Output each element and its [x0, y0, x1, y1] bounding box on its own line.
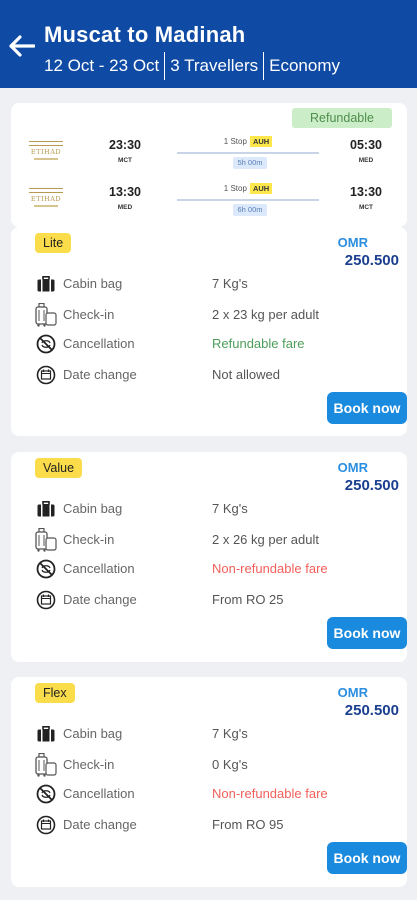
row-value: 2 x 23 kg per adult: [212, 307, 319, 322]
arrival-airport: MED: [358, 157, 374, 164]
fare-card-lite: Lite OMR 250.500 Cabin bag 7 Kg's Check-…: [11, 227, 407, 436]
departure-airport: MCT: [117, 157, 133, 164]
row-value: From RO 95: [212, 817, 284, 832]
cabin-bag-row: Cabin bag 7 Kg's: [35, 273, 375, 295]
back-arrow-icon[interactable]: [6, 30, 38, 62]
flight-duration: 5h 00m: [233, 157, 267, 169]
row-label: Check-in: [63, 757, 115, 772]
row-label: Cancellation: [63, 336, 135, 351]
row-label: Cabin bag: [63, 726, 123, 741]
row-value: Non-refundable fare: [212, 561, 328, 576]
fare-card-flex: Flex OMR 250.500 Cabin bag 7 Kg's Check-…: [11, 677, 407, 887]
check-in-icon: [35, 303, 57, 327]
departure-airport: MED: [117, 204, 133, 211]
check-in-row: Check-in 0 Kg's: [35, 753, 375, 777]
check-in-icon: [35, 528, 57, 552]
search-summary: 12 Oct - 23 Oct 3 Travellers Economy: [44, 52, 345, 80]
departure-time: 13:30: [109, 185, 141, 199]
cancellation-icon: [35, 333, 57, 355]
row-label: Cancellation: [63, 786, 135, 801]
cancellation-icon: [35, 558, 57, 580]
check-in-icon: [35, 753, 57, 777]
date-change-icon: [35, 814, 57, 836]
stops-info: 1 Stop AUH: [177, 136, 319, 147]
row-label: Date change: [63, 367, 137, 382]
departure-time: 23:30: [109, 138, 141, 152]
row-label: Cabin bag: [63, 276, 123, 291]
row-value: Non-refundable fare: [212, 786, 328, 801]
price-currency: OMR: [337, 460, 368, 475]
row-value: 7 Kg's: [212, 726, 248, 741]
row-value: 7 Kg's: [212, 276, 248, 291]
cabin-class: Economy: [269, 56, 341, 75]
traveller-count: 3 Travellers: [170, 56, 259, 75]
price-amount: 250.500: [344, 702, 399, 719]
cancellation-row: Cancellation Non-refundable fare: [35, 558, 375, 580]
book-now-button[interactable]: Book now: [327, 392, 407, 424]
cabin-bag-row: Cabin bag 7 Kg's: [35, 498, 375, 520]
row-value: From RO 25: [212, 592, 284, 607]
fare-card-value: Value OMR 250.500 Cabin bag 7 Kg's Check…: [11, 452, 407, 662]
arrival-time: 13:30: [350, 185, 382, 199]
arrival-airport: MCT: [358, 204, 374, 211]
fare-name-badge: Lite: [35, 233, 72, 253]
cabin-bag-icon: [35, 273, 57, 295]
date-change-row: Date change Not allowed: [35, 364, 375, 386]
row-label: Check-in: [63, 307, 115, 322]
via-airport: AUH: [249, 183, 273, 194]
book-now-button[interactable]: Book now: [327, 617, 407, 649]
date-change-icon: [35, 589, 57, 611]
row-value: 7 Kg's: [212, 501, 248, 516]
row-value: Not allowed: [212, 367, 280, 382]
route-title: Muscat to Madinah: [44, 22, 246, 47]
check-in-row: Check-in 2 x 26 kg per adult: [35, 528, 375, 552]
via-airport: AUH: [249, 136, 273, 147]
book-now-button[interactable]: Book now: [327, 842, 407, 874]
refundable-badge: Refundable: [292, 108, 392, 128]
date-change-icon: [35, 364, 57, 386]
route-line: [177, 152, 319, 154]
top-app-bar: Muscat to Madinah 12 Oct - 23 Oct 3 Trav…: [0, 0, 417, 88]
price-currency: OMR: [337, 685, 368, 700]
fare-name-badge: Flex: [35, 683, 75, 703]
outbound-leg: ETIHAD 23:30 MCT 1 Stop AUH 5h 00m 05:30 …: [11, 133, 407, 173]
cabin-bag-icon: [35, 723, 57, 745]
row-value: Refundable fare: [212, 336, 305, 351]
price-currency: OMR: [337, 235, 368, 250]
flight-duration: 6h 00m: [233, 204, 267, 216]
price-amount: 250.500: [344, 252, 399, 269]
arrival-time: 05:30: [350, 138, 382, 152]
cancellation-icon: [35, 783, 57, 805]
row-label: Date change: [63, 817, 137, 832]
travel-dates: 12 Oct - 23 Oct: [44, 56, 160, 75]
row-label: Check-in: [63, 532, 115, 547]
date-change-row: Date change From RO 25: [35, 589, 375, 611]
stops-info: 1 Stop AUH: [177, 183, 319, 194]
cancellation-row: Cancellation Non-refundable fare: [35, 783, 375, 805]
airline-logo: ETIHAD: [26, 182, 66, 212]
row-label: Cabin bag: [63, 501, 123, 516]
check-in-row: Check-in 2 x 23 kg per adult: [35, 303, 375, 327]
return-leg: ETIHAD 13:30 MED 1 Stop AUH 6h 00m 13:30 …: [11, 180, 407, 220]
row-label: Date change: [63, 592, 137, 607]
fare-name-badge: Value: [35, 458, 83, 478]
row-value: 2 x 26 kg per adult: [212, 532, 319, 547]
cabin-bag-row: Cabin bag 7 Kg's: [35, 723, 375, 745]
row-label: Cancellation: [63, 561, 135, 576]
route-line: [177, 199, 319, 201]
flight-summary-card: Refundable ETIHAD 23:30 MCT 1 Stop AUH 5h…: [11, 103, 407, 227]
date-change-row: Date change From RO 95: [35, 814, 375, 836]
cabin-bag-icon: [35, 498, 57, 520]
price-amount: 250.500: [344, 477, 399, 494]
airline-logo: ETIHAD: [26, 135, 66, 165]
row-value: 0 Kg's: [212, 757, 248, 772]
cancellation-row: Cancellation Refundable fare: [35, 333, 375, 355]
